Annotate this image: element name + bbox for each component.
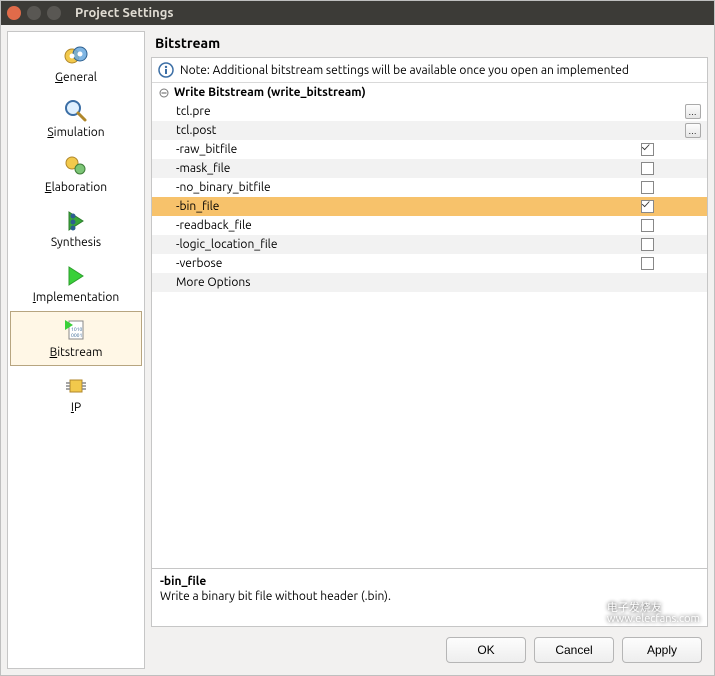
sidebar-item-elaboration[interactable]: Elaboration (10, 146, 142, 201)
sidebar-item-simulation[interactable]: Simulation (10, 91, 142, 146)
bitfile-icon: 1010 0001 (52, 316, 100, 346)
synthesis-icon (52, 206, 100, 236)
property-row[interactable]: -readback_file (152, 216, 707, 235)
checkbox[interactable] (641, 219, 654, 232)
window-title: Project Settings (75, 6, 174, 20)
sidebar-item-ip[interactable]: IP (10, 366, 142, 421)
sidebar-item-implementation[interactable]: Implementation (10, 256, 142, 311)
sidebar-item-label: Implementation (33, 291, 119, 304)
property-row[interactable]: tcl.pre … (152, 102, 707, 121)
sidebar-item-label: Bitstream (50, 346, 103, 359)
sidebar-item-label: Elaboration (45, 181, 107, 194)
property-row[interactable]: More Options (152, 273, 707, 292)
property-name: tcl.post (152, 121, 587, 140)
property-row[interactable]: -mask_file (152, 159, 707, 178)
page-title: Bitstream (151, 31, 708, 57)
description-text: Write a binary bit file without header (… (160, 590, 699, 603)
property-value[interactable]: … (587, 121, 707, 140)
property-value[interactable] (587, 178, 707, 197)
checkbox[interactable] (641, 200, 654, 213)
note-bar: Note: Additional bitstream settings will… (152, 58, 707, 83)
property-row[interactable]: tcl.post … (152, 121, 707, 140)
property-row[interactable]: -bin_file (152, 197, 707, 216)
window-close-button[interactable] (7, 6, 21, 20)
property-value[interactable] (587, 140, 707, 159)
property-name: tcl.pre (152, 102, 587, 121)
description-title: -bin_file (160, 575, 699, 588)
property-name: -mask_file (152, 159, 587, 178)
gear-icon (52, 41, 100, 71)
sidebar-item-general[interactable]: General (10, 36, 142, 91)
property-name: -readback_file (152, 216, 587, 235)
property-value[interactable] (587, 235, 707, 254)
checkbox[interactable] (641, 257, 654, 270)
property-value[interactable] (587, 159, 707, 178)
ok-button[interactable]: OK (446, 637, 526, 663)
info-icon (158, 62, 174, 78)
description-panel: -bin_file Write a binary bit file withou… (152, 568, 707, 626)
property-name: -verbose (152, 254, 587, 273)
settings-panel: Note: Additional bitstream settings will… (151, 57, 708, 627)
sidebar-item-bitstream[interactable]: 1010 0001 Bitstream (10, 311, 142, 366)
gears-icon (52, 151, 100, 181)
checkbox[interactable] (641, 143, 654, 156)
property-value[interactable]: … (587, 102, 707, 121)
magnifier-icon (52, 96, 100, 126)
cancel-button[interactable]: Cancel (534, 637, 614, 663)
chip-icon (52, 371, 100, 401)
browse-button[interactable]: … (685, 104, 701, 119)
property-row[interactable]: -verbose (152, 254, 707, 273)
window-minimize-button[interactable] (27, 6, 41, 20)
sidebar-item-synthesis[interactable]: Synthesis (10, 201, 142, 256)
button-bar: 电子发烧友 www.elecfans.com OK Cancel Apply (151, 627, 708, 669)
sidebar-item-label: Synthesis (51, 236, 101, 249)
property-name: -bin_file (152, 197, 587, 216)
property-row[interactable]: -logic_location_file (152, 235, 707, 254)
browse-button[interactable]: … (685, 123, 701, 138)
checkbox[interactable] (641, 162, 654, 175)
property-value[interactable] (587, 197, 707, 216)
main-panel: Bitstream Note: Additional bitstream set… (151, 31, 708, 669)
sidebar-item-label: IP (71, 401, 81, 414)
property-value[interactable] (587, 273, 707, 292)
svg-text:0001: 0001 (71, 332, 82, 338)
apply-button[interactable]: Apply (622, 637, 702, 663)
property-value[interactable] (587, 216, 707, 235)
note-text: Note: Additional bitstream settings will… (180, 64, 629, 77)
property-row[interactable]: -raw_bitfile (152, 140, 707, 159)
window-maximize-button[interactable] (47, 6, 61, 20)
play-icon (52, 261, 100, 291)
property-name: -no_binary_bitfile (152, 178, 587, 197)
titlebar: Project Settings (1, 1, 714, 25)
collapse-icon[interactable] (158, 87, 170, 99)
sidebar: General Simulation Elaboration (7, 31, 145, 669)
client-area: General Simulation Elaboration (1, 25, 714, 675)
property-name: -logic_location_file (152, 235, 587, 254)
group-header[interactable]: Write Bitstream (write_bitstream) (152, 83, 707, 102)
property-name: More Options (152, 273, 587, 292)
property-row[interactable]: -no_binary_bitfile (152, 178, 707, 197)
sidebar-item-label: Simulation (47, 126, 104, 139)
properties-grid[interactable]: Write Bitstream (write_bitstream) tcl.pr… (152, 83, 707, 568)
property-name: -raw_bitfile (152, 140, 587, 159)
checkbox[interactable] (641, 238, 654, 251)
checkbox[interactable] (641, 181, 654, 194)
group-title: Write Bitstream (write_bitstream) (174, 86, 366, 99)
sidebar-item-label: General (55, 71, 97, 84)
property-value[interactable] (587, 254, 707, 273)
